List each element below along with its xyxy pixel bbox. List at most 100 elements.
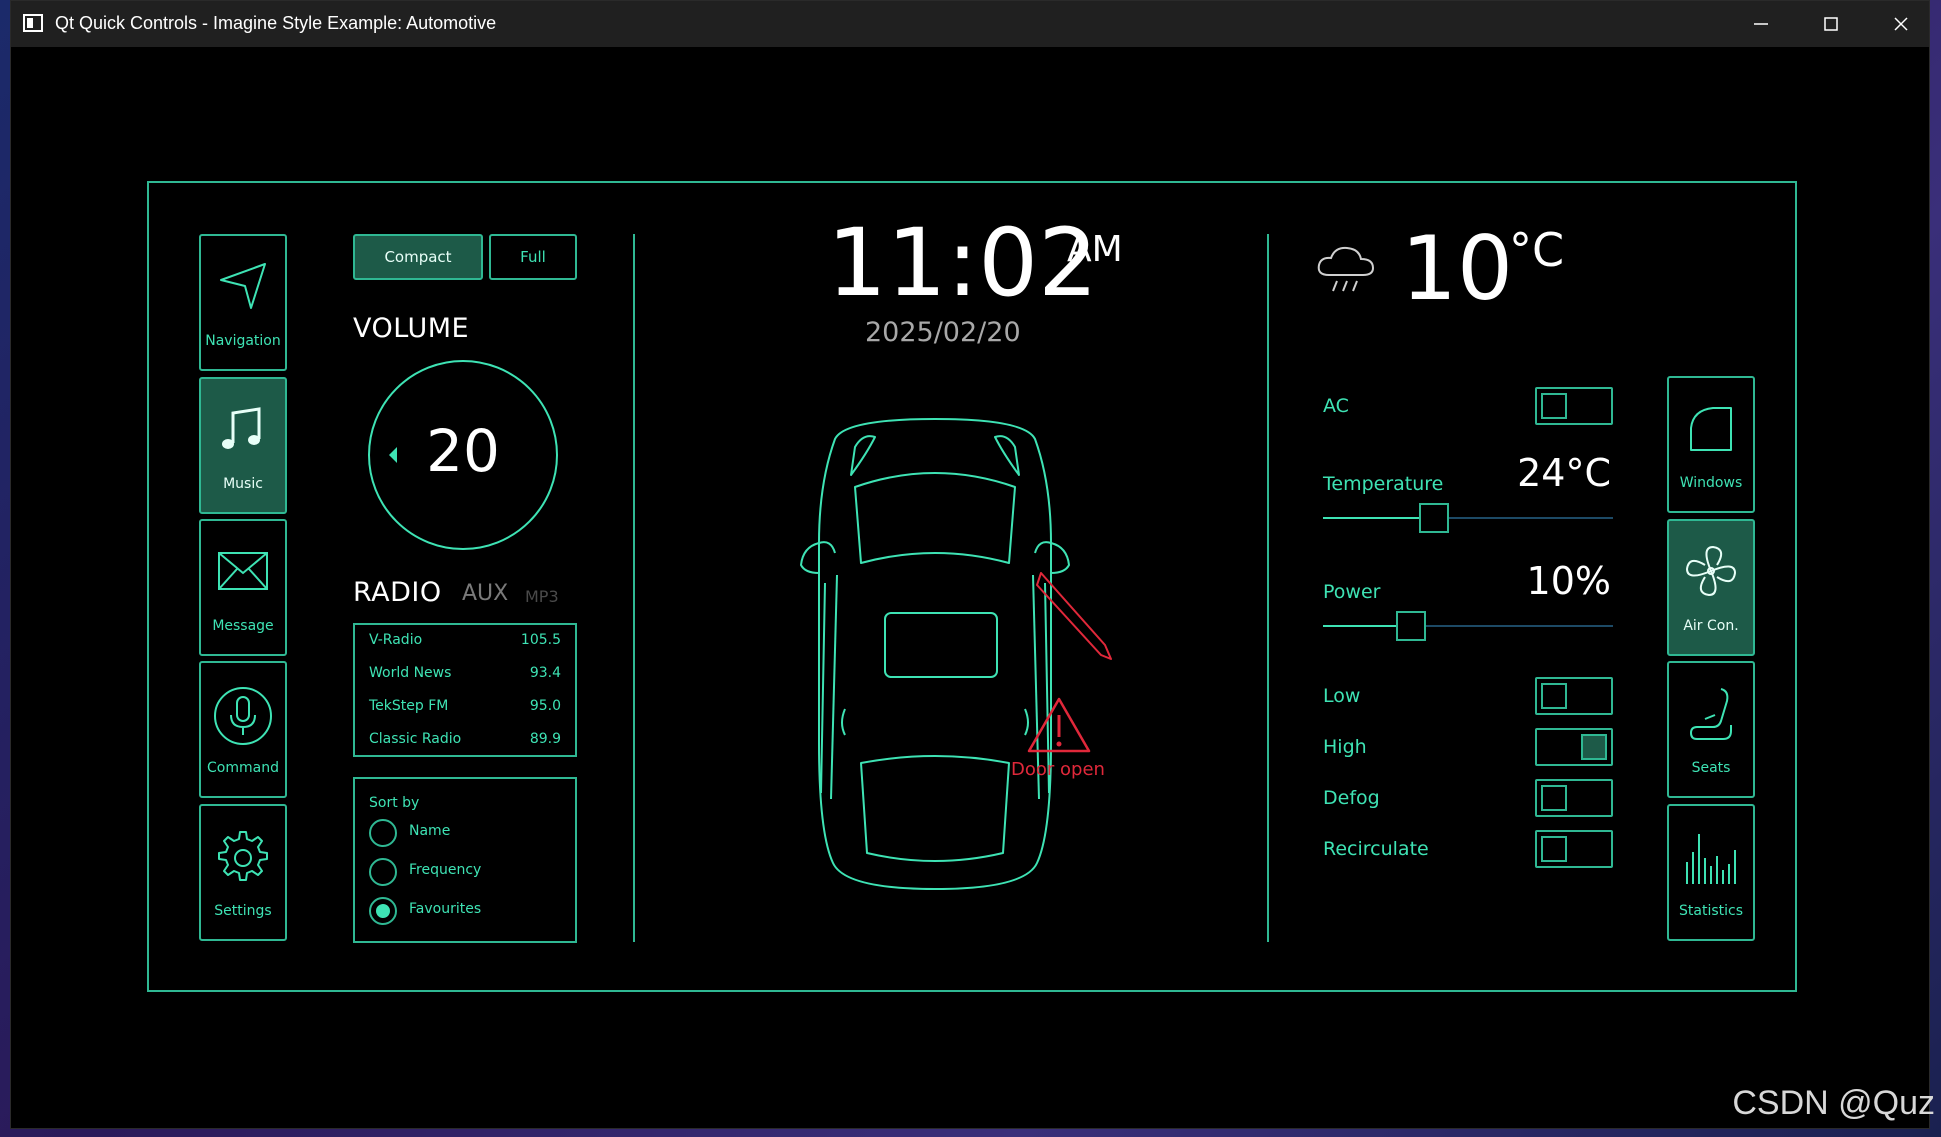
sidebar-item-navigation[interactable]: Navigation [199,234,287,371]
sort-option-label: Frequency [409,862,482,878]
power-value: 10% [1526,559,1611,603]
sidebar-item-message[interactable]: Message [199,519,287,656]
radio-button-circle [369,819,397,847]
station-row[interactable]: V-Radio 105.5 [369,625,561,658]
warning-triangle-icon [1027,697,1091,753]
power-label: Power [1323,581,1381,603]
volume-heading: VOLUME [353,313,470,344]
clock-ampm: AM [1067,229,1123,270]
toggle-knob [1581,734,1607,760]
minimize-icon [1754,23,1768,25]
temperature-slider[interactable] [1323,503,1613,533]
sidebar-item-label: Message [212,618,274,634]
weather-temperature: 10 [1401,217,1513,320]
sidebar-item-settings[interactable]: Settings [199,804,287,941]
ac-toggle[interactable] [1535,387,1613,425]
volume-dial[interactable]: 20 [365,357,561,553]
sidebar-item-statistics[interactable]: Statistics [1667,804,1755,941]
defog-label: Defog [1323,787,1380,809]
toggle-knob [1541,683,1567,709]
station-name: Classic Radio [369,731,462,747]
rain-cloud-icon [1317,246,1375,292]
maximize-button[interactable] [1796,1,1866,47]
high-toggle[interactable] [1535,728,1613,766]
low-toggle[interactable] [1535,677,1613,715]
bar-statistics-icon [1686,834,1736,884]
station-name: TekStep FM [369,698,449,714]
close-button[interactable] [1866,1,1936,47]
recirculate-toggle[interactable] [1535,830,1613,868]
station-name: V-Radio [369,632,423,648]
station-list: V-Radio 105.5 World News 93.4 TekStep FM… [353,623,577,757]
power-slider[interactable] [1323,611,1613,641]
temperature-value: 24°C [1517,451,1611,495]
station-name: World News [369,665,452,681]
sort-option-label: Name [409,823,451,839]
fan-icon [1685,545,1737,597]
toggle-knob [1541,785,1567,811]
station-row[interactable]: Classic Radio 89.9 [369,724,561,757]
door-open-alert: Door open [1011,759,1105,780]
gear-icon [218,831,268,881]
sidebar-item-label: Command [207,760,279,776]
station-frequency: 89.9 [529,731,561,747]
sort-option-label: Favourites [409,901,482,917]
sidebar-item-label: Air Con. [1683,618,1739,634]
defog-toggle[interactable] [1535,779,1613,817]
maximize-icon [1824,17,1838,31]
station-frequency: 93.4 [529,665,561,681]
sidebar-item-air-con[interactable]: Air Con. [1667,519,1755,656]
station-frequency: 95.0 [529,698,561,714]
sidebar-item-label: Statistics [1679,903,1743,919]
tab-mp3[interactable]: MP3 [525,587,559,606]
app-window: Qt Quick Controls - Imagine Style Exampl… [10,0,1930,1129]
low-label: Low [1323,685,1361,707]
high-label: High [1323,736,1367,758]
sidebar-item-windows[interactable]: Windows [1667,376,1755,513]
seat-icon [1690,688,1732,740]
slider-track-filled [1323,517,1419,519]
sidebar-item-label: Seats [1691,760,1731,776]
window-icon [1690,407,1732,451]
dashboard-panel: Navigation Music Message Command Setting… [147,181,1797,992]
minimize-button[interactable] [1726,1,1796,47]
tab-aux[interactable]: AUX [462,581,508,606]
sidebar-item-music[interactable]: Music [199,377,287,514]
station-frequency: 105.5 [520,632,561,648]
navigation-arrow-icon [220,263,266,309]
watermark-text: CSDN @Quz [1732,1084,1935,1122]
app-window-icon [23,14,43,32]
sort-options-box: Sort by Name Frequency Favourites [353,777,577,943]
radio-button-circle [369,858,397,886]
station-row[interactable]: World News 93.4 [369,658,561,691]
tab-radio[interactable]: RADIO [353,577,442,608]
sidebar-item-label: Music [223,476,263,492]
radio-button-circle [369,897,397,925]
station-row[interactable]: TekStep FM 95.0 [369,691,561,724]
clock-date: 2025/02/20 [865,317,1021,348]
window-title: Qt Quick Controls - Imagine Style Exampl… [55,13,497,33]
sidebar-item-label: Windows [1679,475,1743,491]
slider-thumb[interactable] [1396,611,1426,641]
open-door-outline [1036,572,1112,660]
toggle-knob [1541,393,1567,419]
envelope-icon [218,552,268,590]
slider-track-empty [1426,625,1613,627]
full-mode-button[interactable]: Full [489,234,577,280]
sidebar-item-command[interactable]: Command [199,661,287,798]
clock-time: 11:02 [827,209,1098,318]
temperature-label: Temperature [1323,473,1444,495]
car-top-view [800,418,1112,890]
sort-by-label: Sort by [369,795,420,811]
sidebar-item-seats[interactable]: Seats [1667,661,1755,798]
slider-track-filled [1323,625,1396,627]
compact-mode-button[interactable]: Compact [353,234,483,280]
weather-unit: °C [1509,223,1565,277]
volume-value: 20 [426,417,500,485]
sidebar-item-label: Settings [214,903,272,919]
sidebar-item-label: Navigation [205,333,281,349]
slider-track-empty [1449,517,1613,519]
slider-thumb[interactable] [1419,503,1449,533]
recirculate-label: Recirculate [1323,838,1429,860]
microphone-icon [214,687,272,745]
